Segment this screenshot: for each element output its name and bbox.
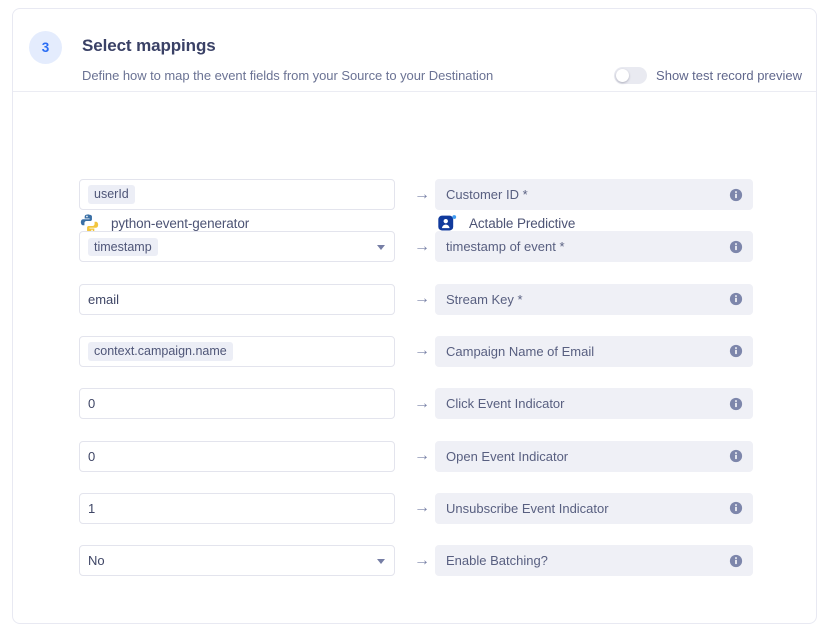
source-field-input[interactable]: 1	[79, 492, 395, 524]
source-field-input[interactable]: 0	[79, 440, 395, 472]
mapping-row: context.campaign.name → Campaign Name of E…	[13, 335, 816, 367]
source-value-chip: context.campaign.name	[88, 342, 233, 361]
arrow-right-icon: →	[414, 342, 430, 360]
toggle-knob	[616, 69, 630, 82]
chevron-down-icon[interactable]	[377, 244, 385, 250]
source-field-input[interactable]: context.campaign.name	[79, 335, 395, 367]
source-value-text: 0	[88, 396, 96, 412]
arrow-right-icon: →	[414, 394, 430, 412]
destination-name: Actable Predictive	[469, 216, 576, 231]
step-number-badge: 3	[29, 31, 62, 64]
info-icon[interactable]	[729, 554, 743, 568]
source-name: python-event-generator	[111, 216, 250, 231]
arrow-right-icon: →	[414, 185, 430, 203]
arrow-right-icon: →	[414, 551, 430, 569]
destination-field-label: Enable Batching?	[446, 553, 548, 569]
source-value-chip: userId	[88, 185, 135, 204]
select-mappings-card: 3 Select mappings Define how to map the …	[12, 8, 817, 624]
source-value-text: email	[88, 291, 120, 307]
mapping-row: userId → Customer ID *	[13, 179, 816, 210]
info-icon[interactable]	[729, 501, 743, 515]
destination-field: Customer ID *	[435, 179, 753, 210]
toggle-track[interactable]	[614, 67, 648, 84]
destination-field-label: Customer ID *	[446, 187, 528, 202]
page-title: Select mappings	[82, 36, 216, 55]
destination-field-label: Unsubscribe Event Indicator	[446, 500, 609, 516]
destination-field: Unsubscribe Event Indicator	[435, 492, 753, 524]
toggle-label: Show test record preview	[656, 68, 802, 83]
chevron-down-icon[interactable]	[377, 558, 385, 564]
destination-field-label: Click Event Indicator	[446, 396, 565, 412]
source-field-input[interactable]: userId	[79, 179, 395, 210]
destination-field-label: Open Event Indicator	[446, 448, 569, 464]
source-value-text: 1	[88, 500, 96, 516]
destination-field: Campaign Name of Email	[435, 335, 753, 367]
source-value-text: 0	[88, 448, 96, 464]
info-icon[interactable]	[729, 449, 743, 463]
source-field-select[interactable]: No	[79, 545, 395, 577]
arrow-right-icon: →	[414, 447, 430, 464]
source-field-select[interactable]: timestamp	[79, 231, 395, 263]
destination-field-label: timestamp of event *	[446, 239, 565, 255]
mapping-row: 1 → Unsubscribe Event Indicator	[13, 492, 816, 524]
mapping-row: timestamp → timestamp of event *	[13, 231, 816, 263]
destination-field-label: Stream Key *	[446, 291, 523, 307]
destination-field: Stream Key *	[435, 283, 753, 315]
arrow-right-icon: →	[414, 237, 430, 255]
card-header: 3 Select mappings Define how to map the …	[13, 9, 816, 92]
arrow-right-icon: →	[414, 499, 430, 517]
destination-field: timestamp of event *	[435, 231, 753, 263]
source-value-text: No	[88, 553, 105, 569]
source-field-input[interactable]: email	[79, 283, 395, 315]
info-icon[interactable]	[729, 344, 743, 358]
mapping-row: 0 → Open Event Indicator	[13, 440, 816, 472]
show-test-record-preview-toggle[interactable]: Show test record preview	[614, 67, 802, 84]
page-subtitle: Define how to map the event fields from …	[82, 68, 494, 83]
mapping-row: No → Enable Batching?	[13, 545, 816, 577]
destination-field-label: Campaign Name of Email	[446, 343, 595, 359]
info-icon[interactable]	[729, 240, 743, 254]
destination-field: Open Event Indicator	[435, 440, 753, 472]
mapping-row: email → Stream Key *	[13, 283, 816, 315]
info-icon[interactable]	[729, 188, 743, 202]
destination-field: Click Event Indicator	[435, 388, 753, 420]
arrow-right-icon: →	[414, 290, 430, 308]
info-icon[interactable]	[729, 397, 743, 411]
info-icon[interactable]	[729, 292, 743, 306]
source-value-chip: timestamp	[88, 237, 158, 257]
destination-field: Enable Batching?	[435, 545, 753, 577]
source-field-input[interactable]: 0	[79, 388, 395, 420]
mapping-row: 0 → Click Event Indicator	[13, 388, 816, 420]
